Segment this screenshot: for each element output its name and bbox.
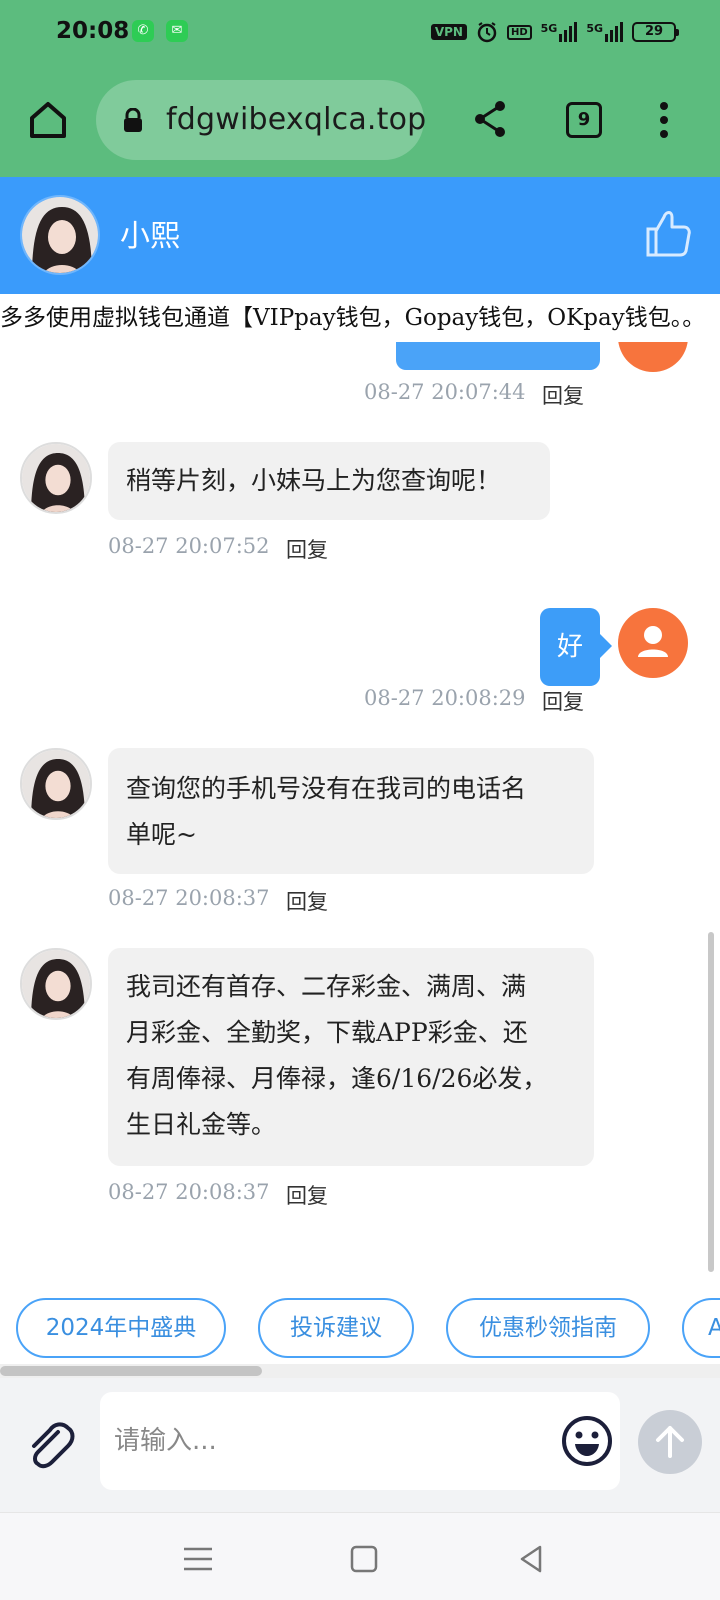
user-message-bubble bbox=[396, 342, 600, 370]
signal-icon: 5G bbox=[541, 22, 578, 42]
status-time: 20:08 bbox=[56, 18, 130, 44]
input-box bbox=[100, 1392, 620, 1490]
tab-switcher-button[interactable]: 9 bbox=[566, 102, 602, 138]
hd-badge: HD bbox=[506, 24, 532, 40]
reply-link[interactable]: 回复 bbox=[286, 886, 328, 916]
message-line: 生日礼金等。 bbox=[126, 1110, 277, 1139]
message-composer bbox=[0, 1378, 720, 1512]
reply-link[interactable]: 回复 bbox=[286, 534, 328, 564]
agent-message-bubble: 我司还有首存、二存彩金、满周、满 月彩金、全勤奖，下载APP彩金、还 有周俸禄、… bbox=[108, 948, 594, 1166]
quick-replies: 2024年中盛典 投诉建议 优惠秒领指南 A bbox=[0, 1276, 720, 1364]
signal-icon-2: 5G bbox=[586, 22, 623, 42]
signal-label: 5G bbox=[540, 22, 558, 35]
reply-link[interactable]: 回复 bbox=[542, 380, 584, 410]
message-time: 08-27 20:07:44 bbox=[364, 380, 526, 404]
message-time: 08-27 20:08:37 bbox=[108, 1180, 270, 1204]
quick-reply-chip[interactable]: A bbox=[682, 1298, 720, 1358]
user-avatar bbox=[618, 608, 688, 678]
message-line: 有周俸禄、月俸禄，逢6/16/26必发， bbox=[126, 1064, 548, 1093]
user-avatar bbox=[618, 342, 688, 372]
agent-avatar[interactable] bbox=[20, 195, 100, 275]
attachment-icon[interactable] bbox=[22, 1418, 78, 1474]
vpn-badge: VPN bbox=[430, 24, 467, 40]
more-menu-icon[interactable] bbox=[652, 100, 676, 140]
quick-reply-chip[interactable]: 2024年中盛典 bbox=[16, 1298, 226, 1358]
avatar-portrait bbox=[22, 444, 90, 512]
message-line: 月彩金、全勤奖，下载APP彩金、还 bbox=[126, 1018, 528, 1047]
message-line: 稍等片刻，小妹马上为您查询呢！ bbox=[126, 466, 502, 495]
scrollbar[interactable] bbox=[708, 932, 714, 1272]
url-text: fdgwibexqlca.top bbox=[166, 102, 427, 137]
share-icon[interactable] bbox=[470, 98, 510, 140]
thumbs-up-icon[interactable] bbox=[644, 207, 692, 259]
avatar-portrait bbox=[22, 950, 90, 1018]
home-icon[interactable] bbox=[26, 98, 70, 142]
status-indicators: VPN HD 5G 5G 29 bbox=[430, 18, 679, 46]
chat-header: 小熙 bbox=[0, 177, 720, 294]
agent-avatar bbox=[20, 748, 92, 820]
system-nav-bar bbox=[0, 1512, 720, 1600]
scrollbar-thumb[interactable] bbox=[0, 1366, 262, 1376]
user-icon bbox=[638, 626, 668, 657]
chat-messages: 08-27 20:07:44 回复 稍等片刻，小妹马上为您查询呢！ 08-27 … bbox=[0, 342, 720, 1276]
send-button[interactable] bbox=[638, 1410, 702, 1474]
back-icon[interactable] bbox=[512, 1539, 552, 1579]
quick-reply-chip[interactable]: 投诉建议 bbox=[258, 1298, 414, 1358]
user-message-bubble: 好 bbox=[540, 608, 612, 686]
agent-message-bubble: 稍等片刻，小妹马上为您查询呢！ bbox=[108, 442, 550, 520]
alarm-icon bbox=[477, 22, 497, 43]
reply-link[interactable]: 回复 bbox=[542, 686, 584, 716]
signal-label-2: 5G bbox=[586, 22, 603, 35]
arrow-up-icon bbox=[656, 1426, 684, 1458]
message-line: 我司还有首存、二存彩金、满周、满 bbox=[126, 972, 527, 1001]
menu-icon[interactable] bbox=[178, 1539, 218, 1579]
message-time: 08-27 20:08:29 bbox=[364, 686, 526, 710]
agent-message-bubble: 查询您的手机号没有在我司的电话名 单呢~ bbox=[108, 748, 594, 874]
quick-reply-chip[interactable]: 优惠秒领指南 bbox=[446, 1298, 650, 1358]
lock-icon bbox=[124, 108, 142, 132]
home-square-icon[interactable] bbox=[344, 1539, 384, 1579]
agent-avatar bbox=[20, 948, 92, 1020]
message-input[interactable] bbox=[114, 1416, 534, 1466]
message-line: 好 bbox=[556, 632, 583, 662]
emoji-icon[interactable] bbox=[560, 1414, 614, 1468]
horizontal-scrollbar[interactable] bbox=[0, 1364, 720, 1378]
address-bar[interactable]: fdgwibexqlca.top bbox=[96, 80, 427, 160]
announcement-marquee: 多多使用虚拟钱包通道【VIPpay钱包，Gopay钱包，OKpay钱包。。 bbox=[0, 294, 720, 342]
status-bar: 20:08 ✆ ✉ VPN HD 5G 5G 29 bbox=[0, 0, 720, 64]
message-line: 查询您的手机号没有在我司的电话名 bbox=[126, 774, 527, 803]
message-time: 08-27 20:08:37 bbox=[108, 886, 270, 910]
message-line: 单呢~ bbox=[126, 820, 197, 849]
message-icon: ✉ bbox=[166, 20, 188, 42]
reply-link[interactable]: 回复 bbox=[286, 1180, 328, 1210]
browser-toolbar: 20:08 ✆ ✉ VPN HD 5G 5G 29 fdgwibexqlca.t… bbox=[0, 0, 720, 177]
agent-avatar bbox=[20, 442, 92, 514]
agent-name: 小熙 bbox=[120, 219, 180, 254]
avatar-portrait bbox=[22, 750, 90, 818]
battery-icon: 29 bbox=[632, 22, 679, 42]
phone-icon: ✆ bbox=[132, 20, 154, 42]
message-time: 08-27 20:07:52 bbox=[108, 534, 270, 558]
avatar-portrait bbox=[22, 197, 98, 273]
